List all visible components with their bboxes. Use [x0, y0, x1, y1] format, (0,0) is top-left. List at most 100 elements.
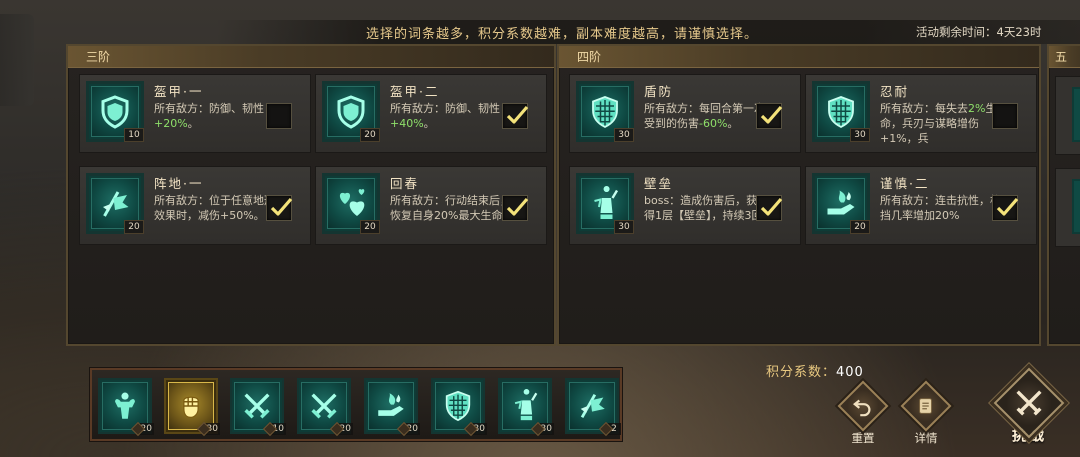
level-badge: 20	[850, 220, 870, 234]
desc-suffix: 。	[423, 117, 435, 130]
selected-modifiers-tray: 20 30 10 20 20 30 30 2	[90, 368, 622, 441]
desc-highlight: +20%	[154, 117, 188, 130]
desc-text: 所有敌方：位于任意地形效果时，减伤+50%。	[154, 194, 275, 222]
flag-icon	[580, 393, 605, 419]
hearts-icon: 20	[325, 176, 380, 234]
desc-highlight: +40%	[390, 117, 424, 130]
tier-title: 四阶	[559, 46, 1039, 68]
modifier-card[interactable]: 30 盾防 所有敌方：每回合第一次受到的伤害-60%。	[569, 74, 801, 153]
selected-modifier-slot[interactable]: 30	[433, 380, 487, 435]
card-title: 盾防	[644, 84, 674, 99]
level-badge: 10	[124, 128, 144, 142]
tier-panel-5: 五	[1047, 44, 1080, 346]
scale-shield-icon: 30	[579, 84, 634, 142]
challenge-button[interactable]: 挑战	[993, 367, 1065, 445]
desc-text: 所有敌方：连击抗性，格挡几率增加20%	[880, 194, 1001, 222]
card-description: 所有敌方：每失去2%生命，兵刃与谋略增伤+1%，兵	[880, 101, 1004, 149]
card-partial[interactable]	[1055, 168, 1080, 247]
selected-modifier-slot[interactable]: 10	[232, 380, 286, 435]
event-timer: 活动剩余时间：4天23时	[916, 25, 1042, 39]
selected-modifier-slot[interactable]: 20	[366, 380, 420, 435]
card-title: 谨慎·二	[880, 176, 930, 191]
strongman-icon	[115, 392, 135, 419]
modifier-card[interactable]: 20 盔甲·二 所有敌方：防御、韧性 +40%。	[315, 74, 547, 153]
crossed-swords-icon	[311, 393, 337, 419]
scale-shield-icon	[445, 390, 471, 422]
level-badge: 20	[124, 220, 144, 234]
select-checkbox[interactable]	[992, 195, 1019, 221]
slot-level: 10	[270, 423, 286, 435]
card-description: boss：造成伤害后，获得1层【壁垒】，持续3回	[644, 193, 768, 241]
card-icon-partial	[1072, 87, 1080, 142]
reset-label: 重置	[851, 431, 875, 445]
desc-highlight: -60%	[699, 117, 728, 130]
selected-modifier-slot[interactable]: 30	[500, 380, 554, 435]
modifier-card[interactable]: 30 壁垒 boss：造成伤害后，获得1层【壁垒】，持续3回	[569, 166, 801, 245]
desc-text: boss：造成伤害后，获得1层【壁垒】，持续3回	[644, 194, 763, 222]
desc-text: 所有敌方：防御、韧性	[154, 102, 264, 115]
select-checkbox[interactable]	[266, 103, 292, 129]
selected-modifier-slot[interactable]: 2	[567, 380, 621, 435]
desc-suffix: 。	[187, 117, 199, 130]
card-description: 所有敌方：每回合第一次受到的伤害-60%。	[644, 101, 768, 149]
score-value: 400	[836, 365, 864, 380]
selected-modifier-slot[interactable]: 20	[100, 380, 154, 435]
card-icon-partial	[1072, 179, 1080, 234]
statue-icon	[514, 389, 538, 421]
card-description: 所有敌方：防御、韧性 +40%。	[390, 101, 514, 149]
select-checkbox[interactable]	[502, 195, 529, 221]
modifier-card[interactable]: 10 盔甲·一 所有敌方：防御、韧性 +20%。	[79, 74, 311, 153]
select-checkbox[interactable]	[266, 195, 293, 221]
crossed-swords-icon	[1016, 390, 1042, 416]
level-badge: 30	[850, 128, 870, 142]
shield-icon: 20	[325, 84, 380, 142]
tier-title: 五	[1049, 46, 1080, 68]
level-badge: 20	[360, 220, 380, 234]
slot-level: 30	[204, 423, 220, 435]
tier-title: 三阶	[68, 46, 554, 68]
desc-text: 所有敌方：防御、韧性	[390, 102, 500, 115]
hand-fire-icon: 20	[815, 176, 870, 234]
info-banner: 选择的词条越多，积分系数越难，副本难度越高，请谨慎选择。 活动剩余时间：4天23…	[0, 20, 1080, 44]
undo-icon	[852, 399, 871, 417]
crossed-swords-icon	[244, 393, 270, 419]
card-partial[interactable]	[1055, 76, 1080, 155]
hand-fire-icon	[378, 393, 404, 416]
shield-icon: 10	[89, 84, 144, 142]
card-title: 壁垒	[644, 176, 674, 191]
fist-icon	[183, 396, 199, 418]
card-title: 回春	[390, 176, 420, 191]
slot-level: 20	[138, 423, 154, 435]
statue-icon: 30	[579, 176, 634, 234]
level-badge: 30	[614, 128, 634, 142]
desc-highlight: 2%	[968, 102, 986, 115]
score-coefficient: 积分系数：400	[766, 361, 864, 380]
slot-level: 30	[471, 423, 487, 435]
card-description: 所有敌方：行动结束后，恢复自身20%最大生命。	[390, 193, 514, 241]
scale-shield-icon: 30	[815, 84, 870, 142]
select-checkbox[interactable]	[992, 103, 1018, 129]
desc-text: 所有敌方：行动结束后，恢复自身20%最大生命。	[390, 194, 514, 222]
card-description: 所有敌方：连击抗性，格挡几率增加20%	[880, 193, 1004, 241]
select-checkbox[interactable]	[502, 103, 529, 129]
select-checkbox[interactable]	[756, 103, 783, 129]
modifier-card[interactable]: 20 谨慎·二 所有敌方：连击抗性，格挡几率增加20%	[805, 166, 1037, 245]
level-badge: 30	[614, 220, 634, 234]
desc-text: 所有敌方：每失去	[880, 102, 968, 115]
modifier-card[interactable]: 20 阵地·一 所有敌方：位于任意地形效果时，减伤+50%。	[79, 166, 311, 245]
select-checkbox[interactable]	[756, 195, 783, 221]
level-badge: 20	[360, 128, 380, 142]
modifier-card[interactable]: 20 回春 所有敌方：行动结束后，恢复自身20%最大生命。	[315, 166, 547, 245]
desc-suffix: 。	[727, 117, 739, 130]
card-title: 阵地·一	[154, 176, 204, 191]
details-button[interactable]: 详情	[900, 380, 952, 446]
flag-icon: 20	[89, 176, 144, 234]
selected-modifier-slot[interactable]: 20	[299, 380, 353, 435]
details-label: 详情	[914, 431, 938, 445]
reset-button[interactable]: 重置	[837, 380, 889, 446]
selected-modifier-slot[interactable]: 30	[166, 380, 220, 435]
slot-level: 20	[337, 423, 353, 435]
modifier-card[interactable]: 30 忍耐 所有敌方：每失去2%生命，兵刃与谋略增伤+1%，兵	[805, 74, 1037, 153]
card-title: 忍耐	[880, 84, 910, 99]
card-description: 所有敌方：防御、韧性 +20%。	[154, 101, 278, 149]
